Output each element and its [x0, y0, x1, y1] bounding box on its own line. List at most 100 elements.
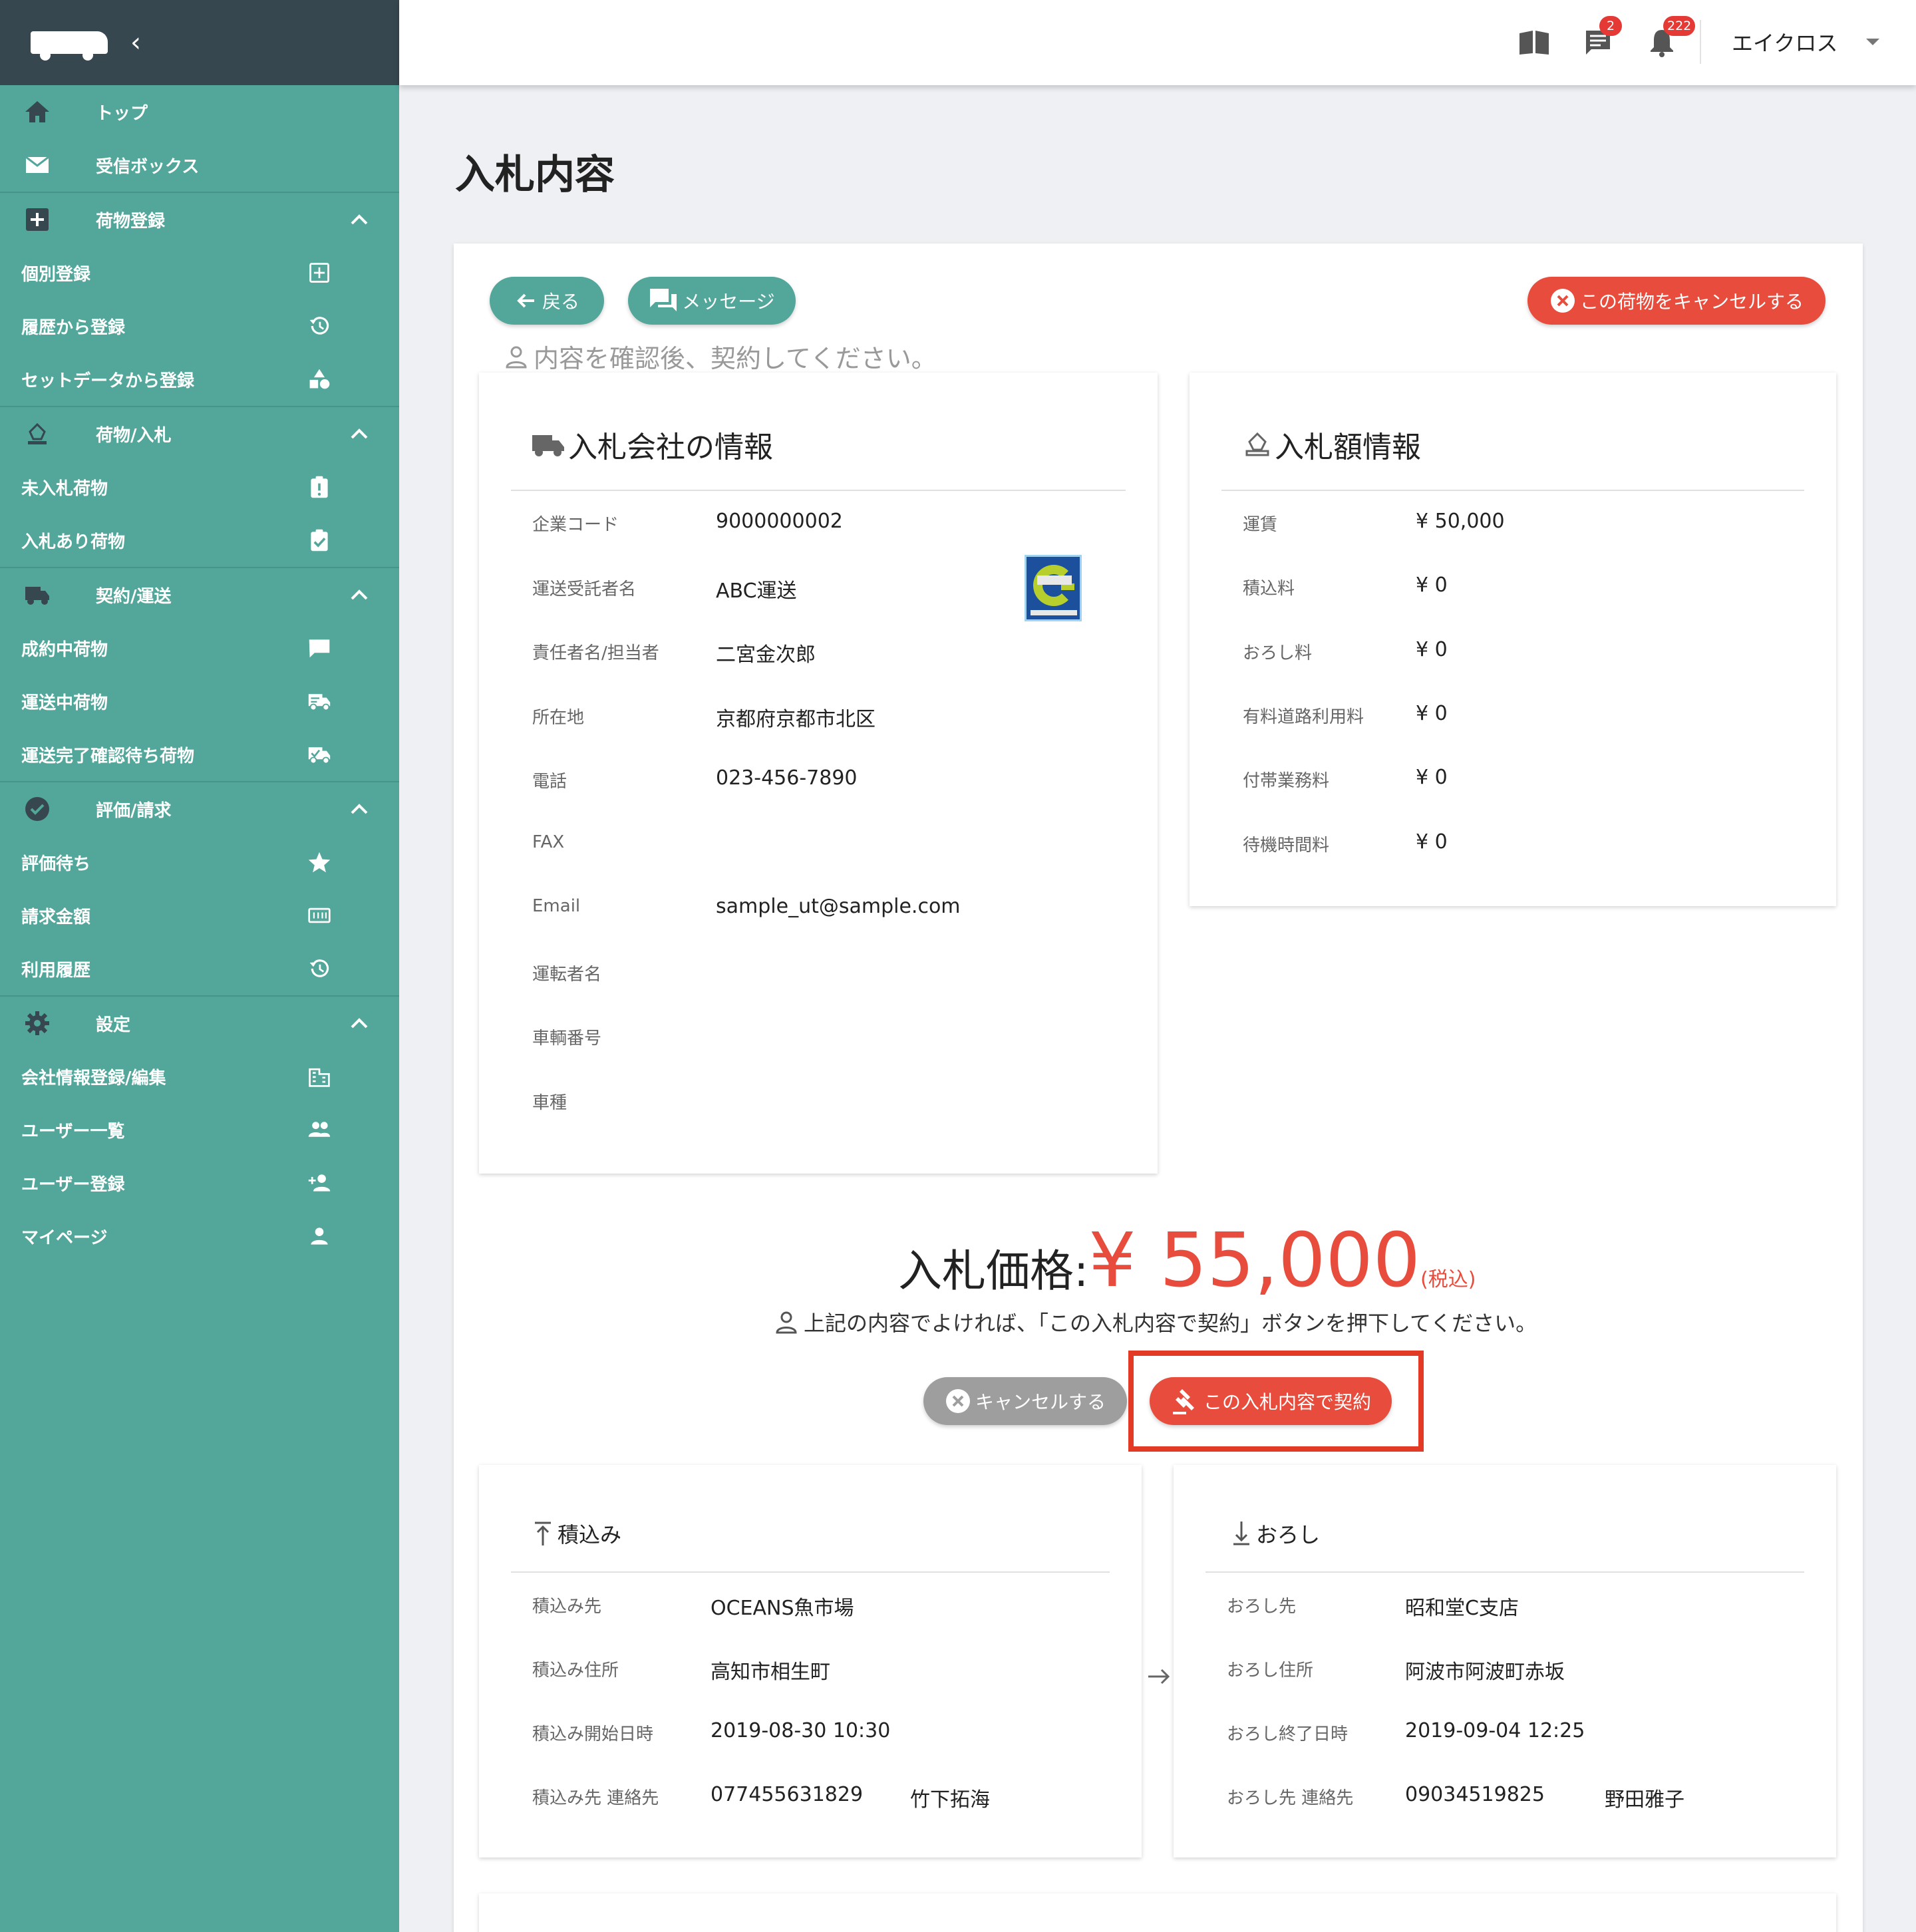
sidebar-item[interactable]: セットデータから登録: [0, 353, 399, 406]
truck-moving-icon: [306, 688, 333, 715]
field-label: 積込み開始日時: [532, 1724, 654, 1744]
loading-title: 積込み: [531, 1518, 621, 1549]
sidebar-item[interactable]: 荷物登録: [0, 193, 399, 246]
bid-price-label: 入札価格:: [898, 1245, 1089, 1297]
unloading-title: おろし: [1229, 1518, 1320, 1549]
stamp-icon: [1245, 432, 1269, 456]
user-menu[interactable]: エイクロス: [1732, 27, 1837, 57]
field-label: 積込料: [1243, 579, 1295, 599]
user-outline-icon: [776, 1311, 797, 1334]
topbar-divider: [1700, 20, 1701, 64]
sidebar-section: 荷物/入札未入札荷物入札あり荷物: [0, 407, 399, 568]
sidebar-item[interactable]: 契約/運送: [0, 568, 399, 621]
sidebar-item-label: 運送中荷物: [21, 693, 108, 713]
loading-divider: [511, 1571, 1110, 1573]
truck-check-icon: [306, 741, 333, 768]
confirm-hint: 内容を確認後、契約してください。: [503, 338, 937, 375]
bid-price: 入札価格: ¥ 55,000 (税込): [898, 1217, 1476, 1304]
sidebar-item[interactable]: ユーザー登録: [0, 1156, 399, 1209]
sidebar-item[interactable]: 履歴から登録: [0, 299, 399, 353]
sidebar-item[interactable]: 評価待ち: [0, 836, 399, 889]
user-add-icon: [306, 1170, 333, 1196]
messages-icon[interactable]: 2: [1581, 16, 1622, 60]
sidebar-item-label: 入札あり荷物: [21, 532, 126, 552]
field-label: 積込み先: [532, 1597, 602, 1617]
bid-amount-title-text: 入札額情報: [1275, 430, 1421, 464]
gavel-stamp-icon: [24, 420, 51, 447]
company-divider: [511, 490, 1126, 491]
chat-truck-icon: [306, 635, 333, 661]
sidebar-item-label: 利用履歴: [21, 960, 91, 981]
sidebar-item-label: 評価待ち: [21, 854, 91, 874]
company-info-title: 入札会社の情報: [531, 423, 773, 466]
contract-button-highlight: [1128, 1351, 1424, 1452]
sidebar-item[interactable]: 未入札荷物: [0, 460, 399, 514]
message-button-label: メッセージ: [682, 291, 775, 312]
field-label: 車輌番号: [532, 1029, 602, 1048]
sidebar-header: ‹: [0, 0, 399, 85]
top-bar: 2 222 エイクロス: [399, 0, 1916, 85]
sidebar-item[interactable]: 設定: [0, 997, 399, 1050]
field-label: おろし住所: [1227, 1661, 1314, 1681]
history-icon: [306, 313, 333, 339]
user-menu-caret-icon[interactable]: [1866, 39, 1879, 45]
field-value: 2019-09-04 12:25: [1405, 1719, 1585, 1742]
bid-price-value: ¥ 55,000: [1088, 1217, 1420, 1304]
field-label: 待機時間料: [1243, 835, 1330, 856]
sidebar-item[interactable]: 評価/請求: [0, 782, 399, 836]
field-value: sample_ut@sample.com: [716, 895, 961, 918]
field-value: 023-456-7890: [716, 766, 858, 790]
field-value: 阿波市阿波町赤坂: [1405, 1661, 1565, 1684]
sidebar-item[interactable]: マイページ: [0, 1209, 399, 1263]
next-card: [479, 1893, 1836, 1932]
sidebar-item[interactable]: 運送完了確認待ち荷物: [0, 728, 399, 781]
sidebar-item-label: 未入札荷物: [21, 478, 108, 499]
message-button[interactable]: メッセージ: [628, 277, 796, 325]
sidebar-item[interactable]: ユーザー一覧: [0, 1103, 399, 1156]
sidebar-item[interactable]: 個別登録: [0, 246, 399, 299]
cancel-button[interactable]: キャンセルする: [923, 1377, 1127, 1425]
sidebar-item[interactable]: 荷物/入札: [0, 407, 399, 460]
sidebar-item[interactable]: 入札あり荷物: [0, 514, 399, 567]
field-value: 077455631829: [711, 1783, 864, 1806]
notifications-bell-icon[interactable]: 222: [1645, 16, 1696, 60]
back-button-label: 戻る: [542, 291, 579, 312]
sidebar-item[interactable]: 受信ボックス: [0, 138, 399, 192]
arrow-right-icon: [1148, 1669, 1170, 1685]
collapse-sidebar-icon[interactable]: ‹: [130, 27, 141, 58]
home-icon: [24, 98, 51, 125]
field-label: Email: [532, 896, 581, 916]
sidebar-item[interactable]: 利用履歴: [0, 942, 399, 995]
field-label: FAX: [532, 832, 565, 852]
field-value: 昭和堂C支店: [1405, 1597, 1519, 1620]
shapes-icon: [306, 366, 333, 393]
sidebar-item[interactable]: 請求金額: [0, 889, 399, 942]
sidebar-item-label: 請求金額: [21, 907, 91, 927]
chevron-up-icon[interactable]: [346, 206, 373, 233]
manual-book-icon[interactable]: [1517, 25, 1551, 60]
sidebar-section: 設定 会社情報登録/編集 ユーザー一覧 ユーザー登録 マイページ: [0, 997, 399, 1263]
chevron-up-icon[interactable]: [346, 796, 373, 822]
app-logo[interactable]: [31, 31, 108, 61]
sidebar-item-label: 個別登録: [21, 264, 91, 285]
chevron-up-icon[interactable]: [346, 1010, 373, 1037]
field-label: 付帯業務料: [1243, 771, 1330, 792]
sidebar-item[interactable]: 会社情報登録/編集: [0, 1050, 399, 1103]
sidebar-item-label: トップ: [96, 103, 148, 124]
field-label: 所在地: [532, 707, 585, 728]
chevron-up-icon[interactable]: [346, 420, 373, 447]
sidebar-item[interactable]: トップ: [0, 85, 399, 138]
sidebar-section: 契約/運送 成約中荷物運送中荷物運送完了確認待ち荷物: [0, 568, 399, 782]
back-button[interactable]: 戻る: [490, 277, 604, 325]
field-label: 運賃: [1243, 515, 1278, 535]
sidebar-item[interactable]: 運送中荷物: [0, 675, 399, 728]
sidebar-item-label: 履歴から登録: [21, 317, 126, 338]
cancel-cargo-button[interactable]: この荷物をキャンセルする: [1527, 277, 1826, 325]
clipboard-check-icon: [306, 527, 333, 554]
contact-name: 竹下拓海: [910, 1788, 990, 1812]
chevron-up-icon[interactable]: [346, 581, 373, 608]
sidebar-item-label: 荷物登録: [96, 211, 166, 232]
sidebar-item[interactable]: 成約中荷物: [0, 621, 399, 675]
field-label: 責任者名/担当者: [532, 643, 659, 663]
company-info-title-text: 入札会社の情報: [568, 430, 773, 464]
